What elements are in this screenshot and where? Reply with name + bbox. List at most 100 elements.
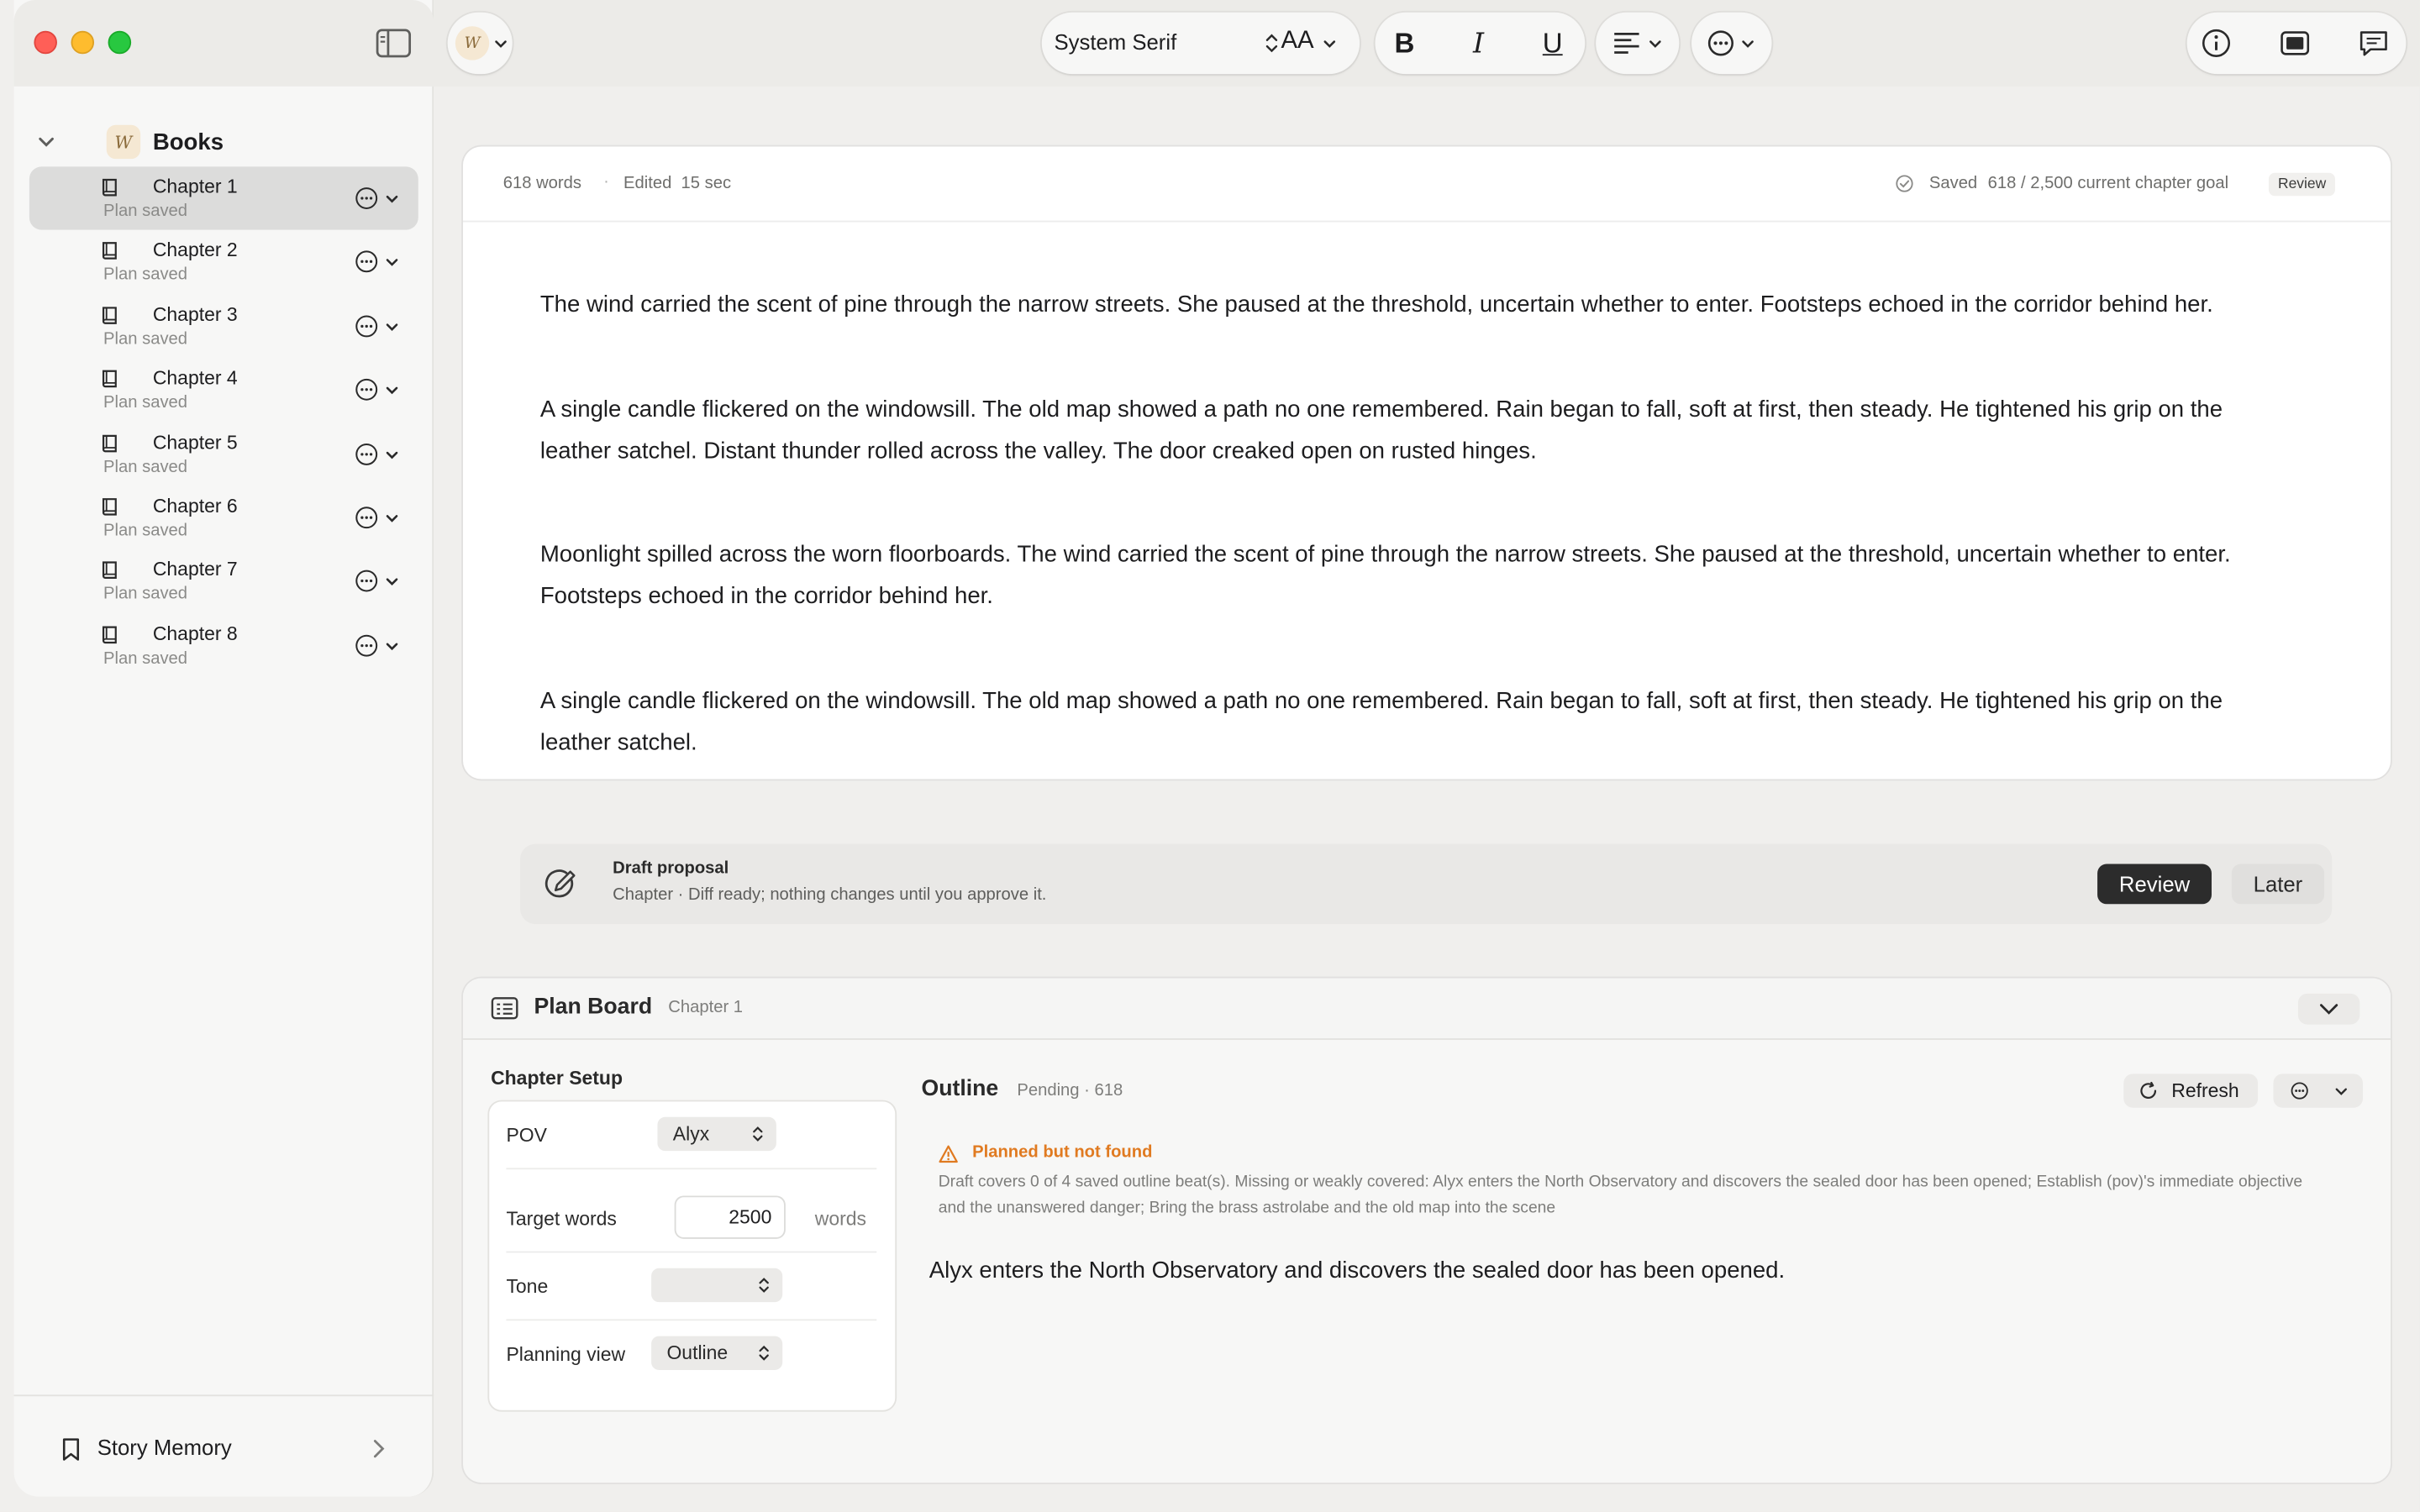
more-icon[interactable] (355, 314, 378, 338)
chevron-down-icon[interactable] (384, 511, 399, 526)
pov-select[interactable]: Alyx (657, 1116, 776, 1152)
chapter-title: Chapter 6 (152, 495, 238, 517)
more-icon[interactable] (355, 570, 378, 593)
chapter-setup-panel: POV Alyx Target words 2500 words Tone Pl… (489, 1101, 896, 1410)
chapter-title: Chapter 5 (152, 431, 238, 454)
editor-text-area[interactable]: The wind carried the scent of pine throu… (540, 284, 2300, 780)
book-icon (102, 178, 117, 197)
book-icon (102, 306, 117, 324)
chevron-right-icon (373, 1440, 385, 1458)
more-icon[interactable] (355, 186, 378, 210)
chevron-down-icon[interactable] (384, 255, 399, 270)
align-button[interactable] (1596, 12, 1680, 75)
sidebar-chapter-item[interactable]: Chapter 3 Plan saved (29, 294, 418, 358)
editor-paragraph[interactable]: A single candle flickered on the windows… (540, 680, 2300, 763)
outline-beat[interactable]: Alyx enters the North Observatory and di… (929, 1257, 1785, 1284)
goal-review-button[interactable]: Review (2268, 172, 2336, 197)
chevron-down-icon[interactable] (384, 575, 399, 590)
stepper-icon[interactable] (1264, 33, 1279, 55)
chevron-down-icon[interactable] (384, 383, 399, 398)
chapter-goal: 618 / 2,500 current chapter goal (1987, 174, 2229, 193)
plan-board: Plan Board Chapter 1 Chapter Setup POV A… (463, 978, 2391, 1483)
pov-label: POV (506, 1124, 547, 1147)
collapse-plan-board-button[interactable] (2297, 993, 2360, 1025)
more-icon[interactable] (355, 250, 378, 274)
books-root-item[interactable]: W Books (29, 120, 415, 163)
meta-separator: · (603, 172, 609, 192)
chevron-down-icon (1742, 40, 1754, 48)
stepper-icon (759, 1345, 769, 1361)
info-icon[interactable] (2201, 28, 2232, 59)
chevron-down-icon[interactable] (384, 319, 399, 334)
sidebar-chapter-item[interactable]: Chapter 8 Plan saved (29, 614, 418, 678)
chapter-status: Plan saved (103, 648, 188, 668)
app-menu-button[interactable]: W (447, 12, 513, 75)
outline-more-button[interactable] (2273, 1074, 2363, 1108)
italic-button[interactable]: I (1460, 24, 1497, 61)
sidebar-chapter-item[interactable]: Chapter 6 Plan saved (29, 486, 418, 549)
editor-paragraph[interactable]: The wind carried the scent of pine throu… (540, 284, 2300, 326)
chevron-down-icon[interactable] (384, 447, 399, 462)
focus-mode-icon[interactable] (2280, 28, 2311, 59)
chapter-title: Chapter 4 (152, 367, 238, 390)
outline-status: Pending · 618 (1017, 1081, 1123, 1100)
chevron-down-icon[interactable] (33, 128, 60, 155)
review-proposal-button[interactable]: Review (2097, 864, 2212, 905)
target-words-input[interactable]: 2500 (676, 1197, 785, 1238)
comments-icon[interactable] (2358, 28, 2389, 59)
planning-view-row: Planning view Outline (506, 1320, 876, 1389)
target-words-unit: words (814, 1208, 867, 1230)
font-size-button[interactable]: AA (1281, 28, 1313, 55)
later-button[interactable]: Later (2231, 864, 2325, 905)
plan-board-chapter: Chapter 1 (668, 998, 744, 1017)
chevron-down-icon[interactable] (384, 192, 399, 207)
more-icon[interactable] (355, 506, 378, 529)
chapter-title: Chapter 7 (152, 559, 238, 581)
planning-view-select[interactable]: Outline (651, 1336, 783, 1370)
chapter-status: Plan saved (103, 393, 188, 412)
bold-button[interactable]: B (1386, 24, 1423, 61)
sidebar-chapter-item[interactable]: Chapter 1 Plan saved (29, 166, 418, 231)
sidebar-chapter-item[interactable]: Chapter 4 Plan saved (29, 358, 418, 422)
sidebar-chapter-item[interactable]: Chapter 5 Plan saved (29, 422, 418, 486)
tone-select[interactable] (651, 1268, 783, 1303)
chevron-down-icon (1323, 40, 1336, 48)
inspector-controls (2186, 12, 2407, 75)
target-words-row: Target words 2500 words (506, 1185, 877, 1253)
close-window-button[interactable] (34, 30, 57, 55)
chevron-down-icon (2335, 1088, 2347, 1095)
app-logo-icon: W (455, 26, 490, 60)
refresh-button[interactable]: Refresh (2123, 1074, 2259, 1108)
toolbar: W System Serif AA B I U (434, 0, 2420, 87)
warning-description: Draft covers 0 of 4 saved outline beat(s… (938, 1172, 2303, 1217)
font-family-select[interactable]: System Serif (1054, 29, 1176, 54)
sidebar-titlebar (13, 0, 434, 87)
sidebar-toggle-icon[interactable] (375, 28, 412, 59)
planning-view-value: Outline (666, 1341, 729, 1364)
story-memory-button[interactable]: Story Memory (14, 1396, 434, 1495)
more-icon[interactable] (355, 633, 378, 657)
stepper-icon (759, 1278, 769, 1293)
minimize-window-button[interactable] (71, 30, 95, 55)
more-icon (1707, 30, 1733, 56)
more-icon[interactable] (355, 378, 378, 402)
zoom-window-button[interactable] (108, 30, 132, 55)
sidebar-chapter-item[interactable]: Chapter 2 Plan saved (29, 230, 418, 294)
chapter-title: Chapter 1 (152, 176, 238, 198)
underline-button[interactable]: U (1534, 24, 1571, 61)
saved-label: Saved (1928, 174, 1978, 193)
book-icon (102, 370, 117, 388)
books-label: Books (152, 129, 224, 155)
editor-paragraph[interactable]: Moonlight spilled across the worn floorb… (540, 533, 2300, 617)
tone-label: Tone (506, 1275, 549, 1298)
more-icon[interactable] (355, 442, 378, 465)
sidebar-chapter-item[interactable]: Chapter 7 Plan saved (29, 549, 418, 613)
outline-title: Outline (921, 1077, 999, 1102)
chevron-down-icon[interactable] (384, 638, 399, 654)
book-icon (102, 497, 117, 516)
story-memory-label: Story Memory (97, 1435, 232, 1460)
editor-paragraph[interactable]: A single candle flickered on the windows… (540, 388, 2300, 471)
more-format-button[interactable] (1691, 12, 1772, 75)
chapter-title: Chapter 8 (152, 622, 238, 645)
proposal-title: Draft proposal (613, 859, 729, 879)
